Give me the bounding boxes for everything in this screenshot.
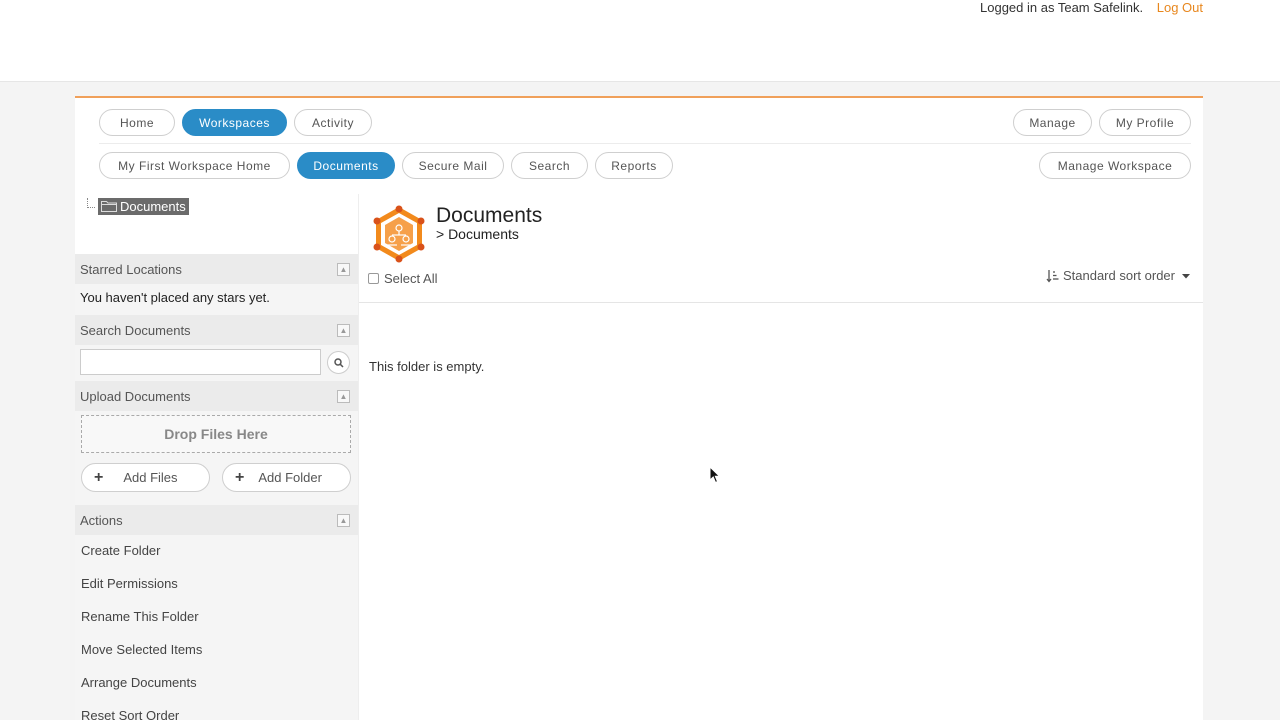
workspace-logo-icon xyxy=(373,205,425,263)
subnav-workspace-home[interactable]: My First Workspace Home xyxy=(99,152,290,179)
search-documents-header[interactable]: Search Documents ▲ xyxy=(75,315,358,345)
collapse-icon[interactable]: ▲ xyxy=(337,514,350,527)
starred-locations-heading: Starred Locations xyxy=(80,261,182,277)
top-bar: Logged in as Team Safelink. Log Out xyxy=(0,0,1280,82)
search-button[interactable] xyxy=(327,351,350,374)
breadcrumb: > Documents xyxy=(436,226,519,242)
logged-in-text: Logged in as Team Safelink. xyxy=(980,0,1144,15)
page-title: Documents xyxy=(436,204,543,227)
action-rename-folder[interactable]: Rename This Folder xyxy=(81,609,199,624)
add-folder-label: Add Folder xyxy=(258,470,322,485)
subnav-search[interactable]: Search xyxy=(511,152,588,179)
plus-icon: + xyxy=(235,468,245,486)
action-arrange-documents[interactable]: Arrange Documents xyxy=(81,675,197,690)
nav-manage[interactable]: Manage xyxy=(1013,109,1092,136)
login-info: Logged in as Team Safelink. Log Out xyxy=(980,0,1203,15)
content-divider xyxy=(359,302,1203,303)
subnav-secure-mail[interactable]: Secure Mail xyxy=(402,152,504,179)
content-area: Documents > Documents Select All Standar… xyxy=(358,194,1203,720)
upload-documents-header[interactable]: Upload Documents ▲ xyxy=(75,381,358,411)
plus-icon: + xyxy=(94,468,104,486)
tree-node-label: Documents xyxy=(120,198,186,214)
tree-connector xyxy=(87,198,95,208)
actions-header[interactable]: Actions ▲ xyxy=(75,505,358,535)
action-move-selected[interactable]: Move Selected Items xyxy=(81,642,202,657)
nav-workspaces[interactable]: Workspaces xyxy=(182,109,287,136)
subnav-documents[interactable]: Documents xyxy=(297,152,395,179)
action-create-folder[interactable]: Create Folder xyxy=(81,543,160,558)
caret-down-icon xyxy=(1182,273,1190,278)
folder-tree: Documents xyxy=(87,196,189,216)
add-files-button[interactable]: + Add Files xyxy=(81,463,210,492)
action-reset-sort-order[interactable]: Reset Sort Order xyxy=(81,708,179,720)
select-all[interactable]: Select All xyxy=(368,271,437,286)
empty-folder-message: This folder is empty. xyxy=(369,359,485,374)
action-edit-permissions[interactable]: Edit Permissions xyxy=(81,576,178,591)
search-documents-heading: Search Documents xyxy=(80,322,191,338)
add-folder-button[interactable]: + Add Folder xyxy=(222,463,351,492)
subnav-manage-workspace[interactable]: Manage Workspace xyxy=(1039,152,1191,179)
mouse-cursor-icon xyxy=(709,466,721,484)
actions-heading: Actions xyxy=(80,512,123,528)
sort-order-dropdown[interactable]: Standard sort order xyxy=(1046,268,1191,283)
sidebar: Starred Locations ▲ You haven't placed a… xyxy=(75,254,358,720)
collapse-icon[interactable]: ▲ xyxy=(337,390,350,403)
collapse-icon[interactable]: ▲ xyxy=(337,263,350,276)
search-documents-input[interactable] xyxy=(80,349,321,375)
select-all-label: Select All xyxy=(384,271,438,286)
tree-node-documents[interactable]: Documents xyxy=(98,197,189,215)
starred-empty-text: You haven't placed any stars yet. xyxy=(80,290,270,305)
add-files-label: Add Files xyxy=(123,470,178,485)
nav-home[interactable]: Home xyxy=(99,109,175,136)
sort-icon xyxy=(1046,269,1059,283)
logout-link[interactable]: Log Out xyxy=(1157,0,1203,15)
nav-activity[interactable]: Activity xyxy=(294,109,372,136)
starred-locations-header[interactable]: Starred Locations ▲ xyxy=(75,254,358,284)
collapse-icon[interactable]: ▲ xyxy=(337,324,350,337)
drop-files-zone[interactable]: Drop Files Here xyxy=(81,415,351,453)
folder-icon xyxy=(101,201,117,212)
upload-documents-heading: Upload Documents xyxy=(80,388,191,404)
sort-order-label: Standard sort order xyxy=(1062,268,1175,283)
search-icon xyxy=(333,357,344,368)
nav-divider xyxy=(99,143,1191,144)
select-all-checkbox[interactable] xyxy=(368,273,379,284)
subnav-reports[interactable]: Reports xyxy=(595,152,673,179)
nav-my-profile[interactable]: My Profile xyxy=(1099,109,1191,136)
main-panel: Home Workspaces Activity Manage My Profi… xyxy=(75,96,1203,720)
